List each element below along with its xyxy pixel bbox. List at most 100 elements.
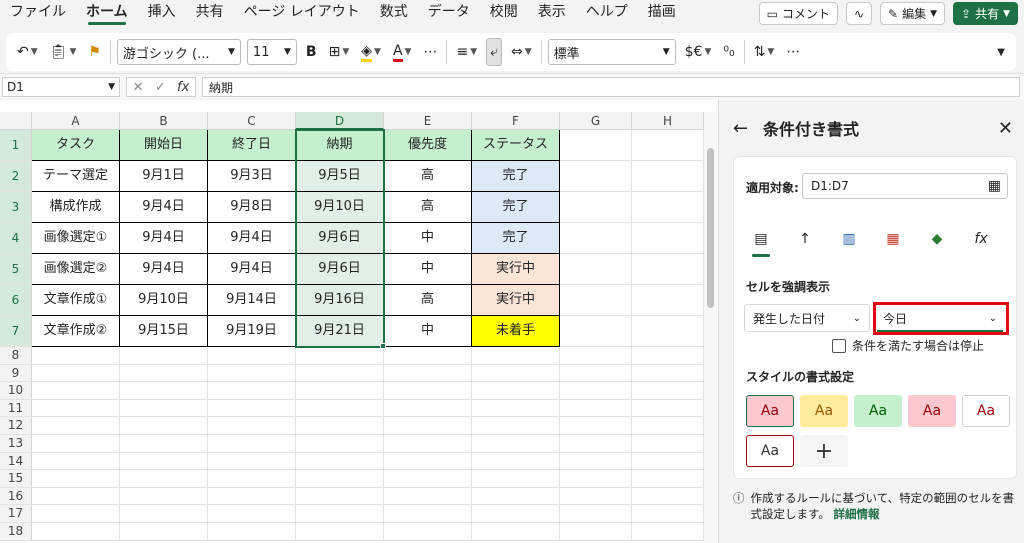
data-cell[interactable]: 9月15日 xyxy=(120,316,208,347)
add-style-button[interactable]: + xyxy=(800,435,848,467)
close-icon[interactable]: ✕ xyxy=(998,118,1013,139)
column-header-b[interactable]: B xyxy=(120,112,208,130)
data-cell[interactable]: 中 xyxy=(384,254,472,285)
empty-cell[interactable] xyxy=(120,505,208,523)
data-cell[interactable]: 構成作成 xyxy=(32,192,120,223)
header-cell[interactable]: 開始日 xyxy=(120,130,208,161)
style-swatch-red-border[interactable]: Aa xyxy=(746,435,794,467)
data-cell[interactable]: 9月21日 xyxy=(296,316,384,347)
empty-cell[interactable] xyxy=(32,505,120,523)
row-header-11[interactable]: 11 xyxy=(0,399,32,418)
header-cell[interactable]: ステータス xyxy=(472,130,560,161)
empty-cell[interactable] xyxy=(32,382,120,400)
empty-cell[interactable] xyxy=(560,523,632,541)
empty-cell[interactable] xyxy=(384,417,472,435)
stop-if-true-checkbox[interactable] xyxy=(832,338,846,353)
empty-cell[interactable] xyxy=(560,161,632,192)
empty-cell[interactable] xyxy=(384,435,472,453)
empty-cell[interactable] xyxy=(296,452,384,471)
empty-cell[interactable] xyxy=(296,382,384,400)
share-button[interactable]: ⇪ 共有 ▼ xyxy=(953,2,1018,25)
row-header-6[interactable]: 6 xyxy=(0,285,32,316)
font-name-select[interactable]: 游ゴシック (... ▼ xyxy=(116,39,241,65)
empty-cell[interactable] xyxy=(472,470,560,488)
empty-cell[interactable] xyxy=(560,130,632,161)
data-cell[interactable]: 高 xyxy=(384,285,472,316)
data-cell[interactable]: 画像選定② xyxy=(32,254,120,285)
empty-cell[interactable] xyxy=(560,399,632,418)
highlight-cells-icon[interactable]: ▤ xyxy=(748,227,774,257)
empty-cell[interactable] xyxy=(560,192,632,223)
row-header-4[interactable]: 4 xyxy=(0,223,32,254)
empty-cell[interactable] xyxy=(32,399,120,418)
data-cell[interactable]: 9月4日 xyxy=(208,223,296,254)
column-header-g[interactable]: G xyxy=(560,112,632,130)
column-header-f[interactable]: F xyxy=(472,112,560,130)
back-arrow-icon[interactable]: ← xyxy=(733,118,748,139)
fill-handle[interactable] xyxy=(380,343,386,349)
empty-cell[interactable] xyxy=(560,487,632,506)
data-cell[interactable]: 9月1日 xyxy=(120,161,208,192)
empty-cell[interactable] xyxy=(472,364,560,383)
empty-cell[interactable] xyxy=(632,316,704,347)
empty-cell[interactable] xyxy=(632,347,704,365)
empty-cell[interactable] xyxy=(120,417,208,435)
empty-cell[interactable] xyxy=(296,435,384,453)
paste-button[interactable]: 📋︎ ▼ xyxy=(47,38,80,66)
undo-button[interactable]: ↶ ▼ xyxy=(14,38,41,66)
empty-cell[interactable] xyxy=(632,364,704,383)
empty-cell[interactable] xyxy=(472,417,560,435)
data-cell[interactable]: 9月4日 xyxy=(120,192,208,223)
empty-cell[interactable] xyxy=(296,417,384,435)
data-cell[interactable]: 9月3日 xyxy=(208,161,296,192)
empty-cell[interactable] xyxy=(384,364,472,383)
activity-button[interactable]: ∿ xyxy=(845,2,872,25)
row-header-12[interactable]: 12 xyxy=(0,417,32,435)
empty-cell[interactable] xyxy=(632,223,704,254)
empty-cell[interactable] xyxy=(384,487,472,506)
empty-cell[interactable] xyxy=(208,435,296,453)
empty-cell[interactable] xyxy=(632,417,704,435)
currency-button[interactable]: $€ ▼ xyxy=(682,38,715,66)
tab-page-layout[interactable]: ページ レイアウト xyxy=(234,0,370,27)
icon-sets-icon[interactable]: ◆ xyxy=(924,227,950,251)
data-cell[interactable]: 9月16日 xyxy=(296,285,384,316)
row-header-18[interactable]: 18 xyxy=(0,523,32,541)
data-cell[interactable]: 9月19日 xyxy=(208,316,296,347)
empty-cell[interactable] xyxy=(632,505,704,523)
style-swatch-light-red[interactable]: Aa xyxy=(746,395,794,427)
empty-cell[interactable] xyxy=(560,364,632,383)
data-cell[interactable]: 高 xyxy=(384,161,472,192)
range-select-icon[interactable]: ▦ xyxy=(988,178,1001,194)
empty-cell[interactable] xyxy=(632,130,704,161)
empty-cell[interactable] xyxy=(472,452,560,471)
data-cell[interactable]: 9月14日 xyxy=(208,285,296,316)
bold-button[interactable]: B xyxy=(303,38,320,66)
empty-cell[interactable] xyxy=(560,505,632,523)
empty-cell[interactable] xyxy=(32,523,120,541)
row-header-7[interactable]: 7 xyxy=(0,316,32,347)
data-cell[interactable]: テーマ選定 xyxy=(32,161,120,192)
empty-cell[interactable] xyxy=(560,470,632,488)
empty-cell[interactable] xyxy=(32,435,120,453)
empty-cell[interactable] xyxy=(208,399,296,418)
empty-cell[interactable] xyxy=(296,364,384,383)
data-cell[interactable]: 文章作成② xyxy=(32,316,120,347)
tab-insert[interactable]: 挿入 xyxy=(138,0,186,27)
empty-cell[interactable] xyxy=(384,382,472,400)
empty-cell[interactable] xyxy=(120,364,208,383)
empty-cell[interactable] xyxy=(208,364,296,383)
empty-cell[interactable] xyxy=(632,161,704,192)
column-header-d[interactable]: D xyxy=(296,112,384,130)
column-header-h[interactable]: H xyxy=(632,112,704,130)
number-format-select[interactable]: 標準 ▼ xyxy=(547,39,676,65)
row-header-14[interactable]: 14 xyxy=(0,452,32,471)
data-cell[interactable]: 完了 xyxy=(472,223,560,254)
empty-cell[interactable] xyxy=(208,452,296,471)
data-cell[interactable]: 9月10日 xyxy=(120,285,208,316)
tab-review[interactable]: 校閲 xyxy=(480,0,528,27)
data-cell[interactable]: 高 xyxy=(384,192,472,223)
row-header-3[interactable]: 3 xyxy=(0,192,32,223)
tab-data[interactable]: データ xyxy=(418,0,480,27)
empty-cell[interactable] xyxy=(632,285,704,316)
